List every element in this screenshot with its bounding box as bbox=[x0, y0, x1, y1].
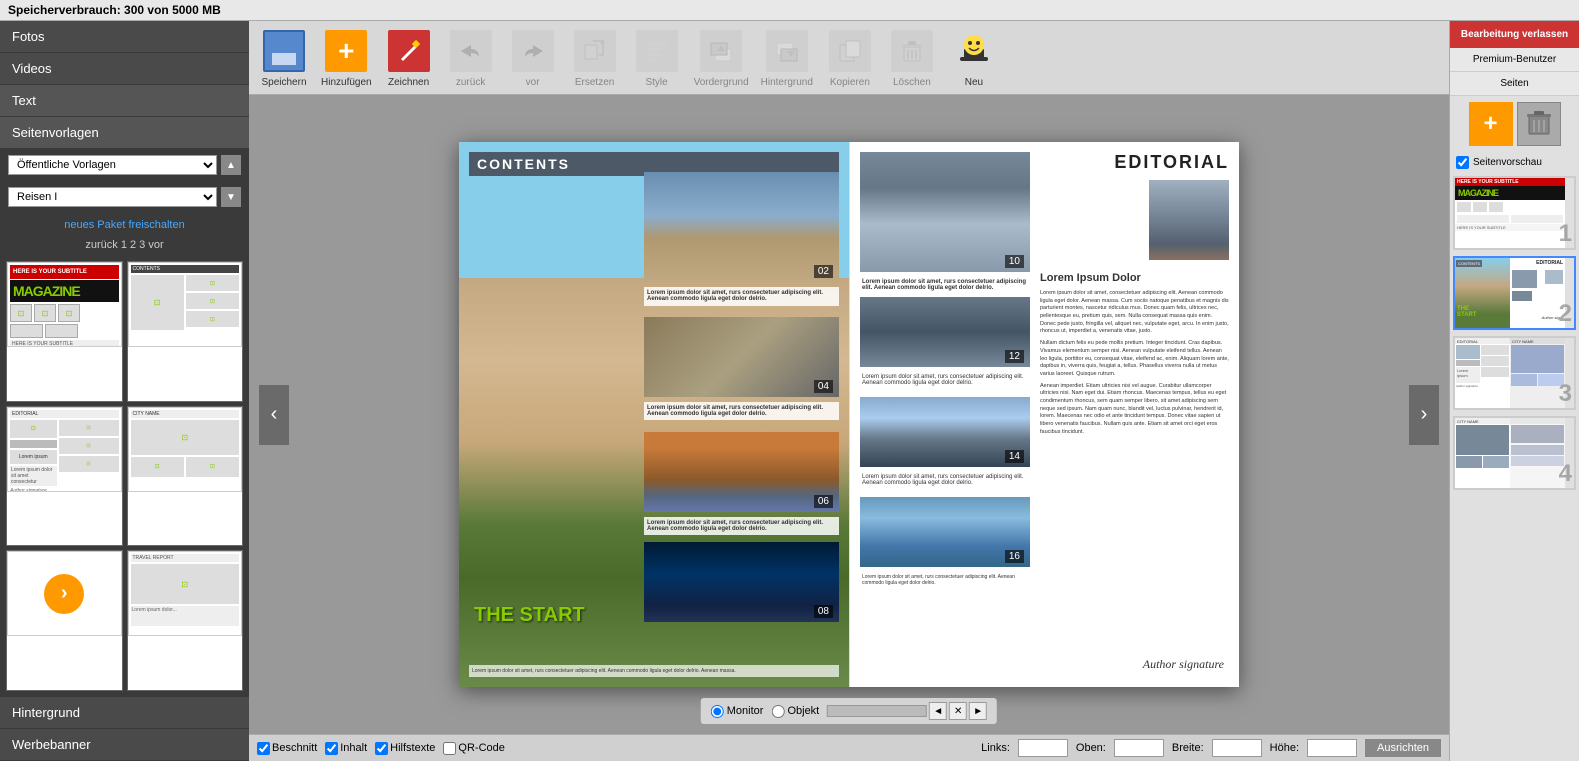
back-tool[interactable]: zurück bbox=[446, 27, 496, 88]
delete-page-button[interactable] bbox=[1517, 102, 1561, 146]
seiten-button[interactable]: Seiten bbox=[1450, 72, 1579, 96]
travel-template-controls: Reisen I ▼ bbox=[0, 181, 249, 213]
preview-checkbox[interactable] bbox=[1456, 156, 1469, 169]
page-right: EDITORIAL 10 Lorem ipsum dolor sit amet,… bbox=[849, 142, 1239, 687]
page-thumb-1[interactable]: HERE IS YOUR SUBTITLE MAGAZINE HERE IS Y… bbox=[1453, 176, 1576, 250]
left-sidebar: Fotos Videos Text Seitenvorlagen Öffentl… bbox=[0, 21, 249, 761]
toolbar: Speichern Hinzufügen Zeichnen bbox=[249, 21, 1449, 95]
top-bar: Speicherverbrauch: 300 von 5000 MB bbox=[0, 0, 1579, 21]
sidebar-item-photos[interactable]: Fotos bbox=[0, 21, 249, 52]
template-thumb-6[interactable]: TRAVEL REPORT ⊡ Lorem ipsum dolor... bbox=[127, 550, 244, 691]
sidebar-item-background[interactable]: Hintergrund bbox=[0, 697, 249, 728]
view-controls: Monitor Objekt ◄ ✕ ► bbox=[701, 698, 997, 724]
storage-label: Speicherverbrauch: 300 von 5000 MB bbox=[8, 3, 221, 17]
height-field[interactable] bbox=[1307, 739, 1357, 757]
canvas-area: ‹ CONTENTS bbox=[249, 95, 1449, 734]
forward-tool[interactable]: vor bbox=[508, 27, 558, 88]
left-field[interactable] bbox=[1018, 739, 1068, 757]
page-thumb-4[interactable]: CITY NAME 4 bbox=[1453, 416, 1576, 490]
save-tool[interactable]: Speichern bbox=[259, 27, 309, 88]
object-radio-label[interactable]: Objekt bbox=[771, 705, 819, 718]
style-tool[interactable]: Style bbox=[632, 27, 682, 88]
scroll-close-btn[interactable]: ✕ bbox=[949, 702, 967, 720]
align-button[interactable]: Ausrichten bbox=[1365, 739, 1441, 757]
preview-checkbox-area: Seitenvorschau bbox=[1450, 152, 1579, 173]
background-icon bbox=[763, 27, 811, 75]
replace-tool[interactable]: Ersetzen bbox=[570, 27, 620, 88]
foreground-tool[interactable]: Vordergrund bbox=[694, 27, 749, 88]
template-thumb-5[interactable]: › bbox=[6, 550, 123, 691]
delete-tool[interactable]: Löschen bbox=[887, 27, 937, 88]
sidebar-item-text[interactable]: Text bbox=[0, 85, 249, 116]
spread-container: CONTENTS 02 Lorem ipsum dolor sit amet, … bbox=[459, 142, 1239, 687]
add-tool[interactable]: Hinzufügen bbox=[321, 27, 372, 88]
width-field[interactable] bbox=[1212, 739, 1262, 757]
delete-icon bbox=[888, 27, 936, 75]
right-sidebar: Bearbeitung verlassen Premium-Benutzer S… bbox=[1449, 21, 1579, 761]
template-grid: HERE IS YOUR SUBTITLE MAGAZINE ⊡ ⊡ ⊡ HER… bbox=[0, 255, 249, 697]
trim-checkbox[interactable] bbox=[257, 742, 270, 755]
foreground-icon bbox=[697, 27, 745, 75]
template-thumb-2[interactable]: CONTENTS ⊡ ⊡ ⊡ ⊡ bbox=[127, 261, 244, 402]
template-thumb-3[interactable]: EDITORIAL ⊡ Lorem ipsum Lorem ipsum dolo… bbox=[6, 406, 123, 547]
new-icon bbox=[950, 27, 998, 75]
new-packet: neues Paket freischalten bbox=[0, 213, 249, 235]
center-area: Speichern Hinzufügen Zeichnen bbox=[249, 21, 1449, 761]
page-left: CONTENTS 02 Lorem ipsum dolor sit amet, … bbox=[459, 142, 849, 687]
right-top-actions: + bbox=[1450, 96, 1579, 152]
help-text-checkbox-label[interactable]: Hilfstexte bbox=[375, 742, 435, 755]
sidebar-item-ad-banner[interactable]: Werbebanner bbox=[0, 729, 249, 760]
page-thumb-2[interactable]: CONTENTS THESTART EDITORIAL Author sig..… bbox=[1453, 256, 1576, 330]
new-tool[interactable]: Neu bbox=[949, 27, 999, 88]
content-checkbox[interactable] bbox=[325, 742, 338, 755]
content-checkbox-label[interactable]: Inhalt bbox=[325, 742, 367, 755]
sidebar-item-page-templates[interactable]: Seitenvorlagen bbox=[0, 117, 249, 148]
object-radio[interactable] bbox=[771, 705, 784, 718]
template-thumb-1[interactable]: HERE IS YOUR SUBTITLE MAGAZINE ⊡ ⊡ ⊡ HER… bbox=[6, 261, 123, 402]
replace-icon bbox=[571, 27, 619, 75]
style-icon bbox=[633, 27, 681, 75]
page-thumb-3[interactable]: EDITORIAL Lorem ipsum Autho bbox=[1453, 336, 1576, 410]
monitor-radio[interactable] bbox=[711, 705, 724, 718]
public-templates-select[interactable]: Öffentliche Vorlagen bbox=[8, 155, 217, 175]
copy-icon bbox=[826, 27, 874, 75]
forward-icon bbox=[509, 27, 557, 75]
draw-icon bbox=[385, 27, 433, 75]
back-icon bbox=[447, 27, 495, 75]
pagination: zurück 1 2 3 vor bbox=[0, 235, 249, 255]
canvas-nav-right[interactable]: › bbox=[1409, 385, 1439, 445]
qr-code-checkbox-label[interactable]: QR-Code bbox=[443, 742, 504, 755]
save-icon bbox=[260, 27, 308, 75]
copy-tool[interactable]: Kopieren bbox=[825, 27, 875, 88]
background-tool[interactable]: Hintergrund bbox=[761, 27, 813, 88]
draw-tool[interactable]: Zeichnen bbox=[384, 27, 434, 88]
page-scroll: ◄ ✕ ► bbox=[827, 702, 987, 720]
qr-code-checkbox[interactable] bbox=[443, 742, 456, 755]
new-packet-link[interactable]: neues Paket freischalten bbox=[64, 219, 184, 231]
template-controls: Öffentliche Vorlagen ▲ bbox=[0, 149, 249, 181]
top-field[interactable] bbox=[1114, 739, 1164, 757]
sidebar-item-videos[interactable]: Videos bbox=[0, 53, 249, 84]
sidebar-bottom: Hintergrund Werbebanner bbox=[0, 697, 249, 761]
premium-button[interactable]: Premium-Benutzer bbox=[1450, 48, 1579, 72]
travel-arrow-down[interactable]: ▼ bbox=[221, 187, 241, 207]
travel-template-select[interactable]: Reisen I bbox=[8, 187, 217, 207]
bottom-bar: Beschnitt Inhalt Hilfstexte QR-Code Link… bbox=[249, 734, 1449, 761]
template-arrow-up[interactable]: ▲ bbox=[221, 155, 241, 175]
scroll-bar[interactable] bbox=[827, 705, 927, 717]
scroll-next-btn[interactable]: ► bbox=[969, 702, 987, 720]
exit-button[interactable]: Bearbeitung verlassen bbox=[1450, 21, 1579, 48]
template-thumb-4[interactable]: CITY NAME ⊡ ⊡ ⊡ bbox=[127, 406, 244, 547]
scroll-prev-btn[interactable]: ◄ bbox=[929, 702, 947, 720]
add-icon bbox=[322, 27, 370, 75]
canvas-nav-left[interactable]: ‹ bbox=[259, 385, 289, 445]
monitor-radio-label[interactable]: Monitor bbox=[711, 705, 764, 718]
add-page-button[interactable]: + bbox=[1469, 102, 1513, 146]
trim-checkbox-label[interactable]: Beschnitt bbox=[257, 742, 317, 755]
help-text-checkbox[interactable] bbox=[375, 742, 388, 755]
